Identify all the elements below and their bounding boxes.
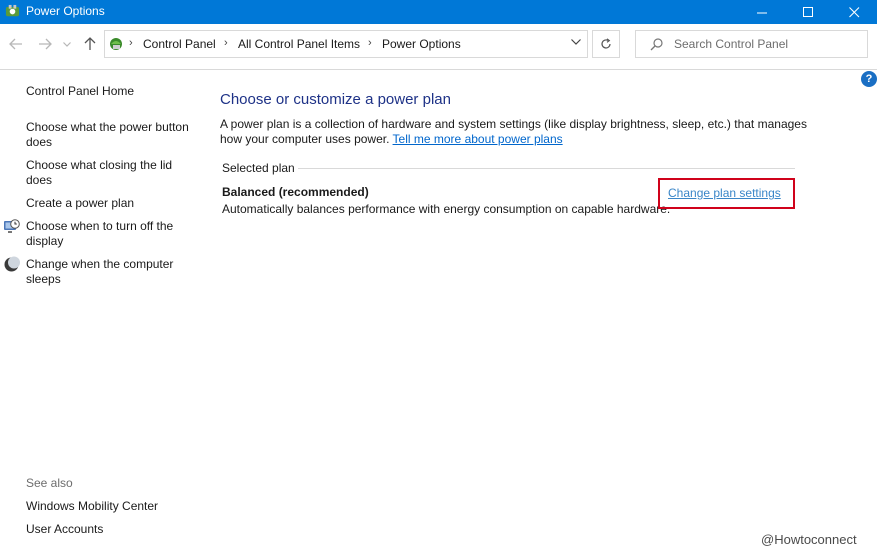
search-input[interactable] [674,36,859,52]
minimize-icon [756,12,767,13]
display-clock-icon [4,219,20,233]
tell-me-more-link[interactable]: Tell me more about power plans [393,132,563,146]
refresh-button[interactable] [592,30,620,58]
up-arrow-icon [84,37,96,50]
windows-mobility-center-link[interactable]: Windows Mobility Center [26,499,201,514]
breadcrumb-control-panel[interactable]: Control Panel [143,37,216,51]
see-also-heading: See also [26,476,73,490]
forward-button[interactable] [35,34,55,54]
navigation-bar: › Control Panel › All Control Panel Item… [0,24,877,70]
user-accounts-link[interactable]: User Accounts [26,522,201,537]
chevron-down-icon [63,41,71,47]
page-description: A power plan is a collection of hardware… [220,117,810,147]
closing-lid-link[interactable]: Choose what closing the lid does [26,158,201,188]
moon-icon [4,256,20,272]
selected-plan-heading: Selected plan [222,161,295,175]
address-bar[interactable]: › Control Panel › All Control Panel Item… [104,30,588,58]
search-icon [650,38,663,51]
control-panel-home-link[interactable]: Control Panel Home [26,84,201,99]
up-button[interactable] [80,34,100,54]
turn-off-display-link[interactable]: Choose when to turn off the display [26,219,201,249]
control-panel-icon [110,38,122,50]
group-divider [298,168,795,169]
plan-description: Automatically balances performance with … [222,202,671,216]
create-power-plan-link[interactable]: Create a power plan [26,196,201,211]
close-icon [848,6,859,17]
close-button[interactable] [831,0,877,24]
plan-name: Balanced (recommended) [222,185,369,199]
breadcrumb-separator-icon: › [224,37,228,49]
page-title: Choose or customize a power plan [220,91,451,108]
address-dropdown-icon[interactable] [571,39,581,45]
back-arrow-icon [9,38,22,50]
power-button-link[interactable]: Choose what the power button does [26,120,201,150]
computer-sleeps-link[interactable]: Change when the computer sleeps [26,257,201,287]
window-title: Power Options [26,4,105,18]
maximize-button[interactable] [785,0,831,24]
power-options-app-icon [5,4,20,17]
breadcrumb-power-options[interactable]: Power Options [382,37,461,51]
title-bar: Power Options [0,0,877,24]
recent-locations-button[interactable] [60,34,74,54]
search-box[interactable] [635,30,868,58]
forward-arrow-icon [39,38,52,50]
watermark: @Howtoconnect [761,532,857,547]
help-button[interactable]: ? [861,71,877,87]
breadcrumb-all-items[interactable]: All Control Panel Items [238,37,360,51]
minimize-button[interactable] [739,0,785,24]
breadcrumb-separator-icon: › [129,37,133,49]
maximize-icon [802,6,813,17]
back-button[interactable] [6,34,26,54]
breadcrumb-separator-icon: › [368,37,372,49]
highlight-box [658,178,795,209]
refresh-icon [601,38,611,49]
